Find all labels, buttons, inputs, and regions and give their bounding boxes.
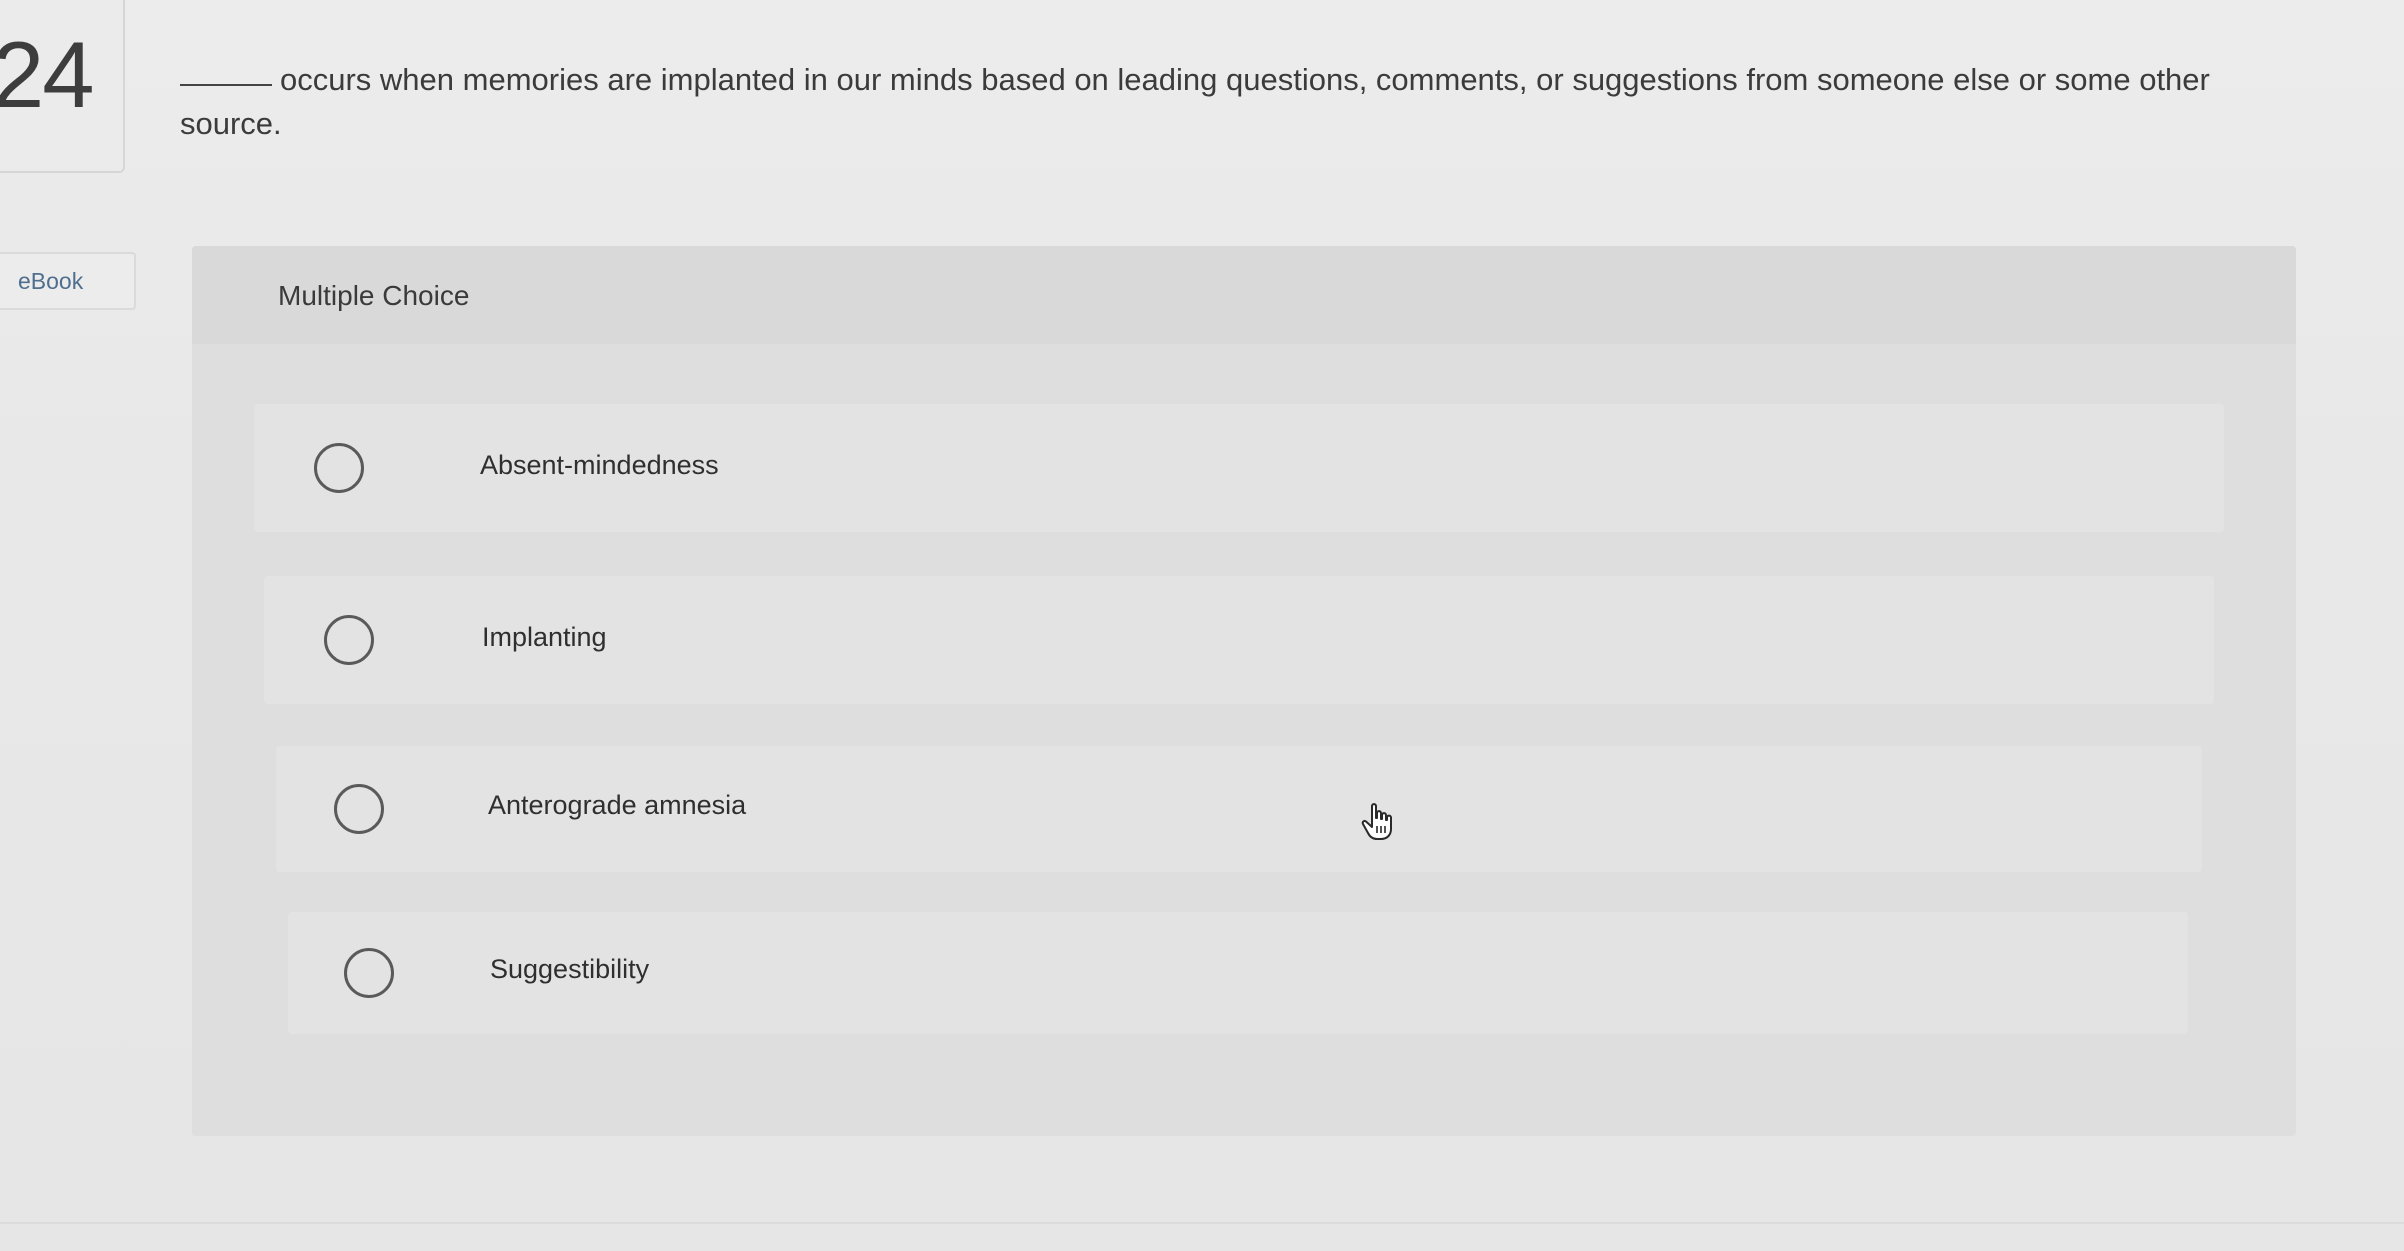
option-label: Implanting (482, 622, 607, 652)
option-absent-mindedness[interactable]: Absent-mindedness (254, 404, 2224, 532)
question-number: 24 (0, 22, 95, 127)
hand-pointer-icon (1361, 803, 1392, 840)
radio-button[interactable] (324, 615, 374, 665)
radio-button[interactable] (344, 948, 394, 998)
option-anterograde-amnesia[interactable]: Anterograde amnesia (276, 746, 2202, 872)
panel-header: Multiple Choice (192, 246, 2296, 344)
question-prompt: occurs when memories are implanted in ou… (180, 58, 2260, 146)
divider (0, 1222, 2404, 1224)
ebook-tab[interactable]: eBook (0, 252, 136, 310)
question-text: occurs when memories are implanted in ou… (180, 62, 2210, 141)
option-label: Anterograde amnesia (488, 790, 747, 820)
option-implanting[interactable]: Implanting (264, 576, 2214, 704)
question-type-label: Multiple Choice (278, 280, 470, 311)
multiple-choice-panel: Multiple Choice Absent-mindedness Implan… (192, 246, 2296, 1136)
option-label: Absent-mindedness (480, 450, 719, 480)
option-suggestibility[interactable]: Suggestibility (288, 912, 2188, 1034)
radio-button[interactable] (314, 443, 364, 493)
radio-button[interactable] (334, 784, 384, 834)
option-label: Suggestibility (490, 954, 650, 984)
answer-blank (180, 84, 272, 86)
